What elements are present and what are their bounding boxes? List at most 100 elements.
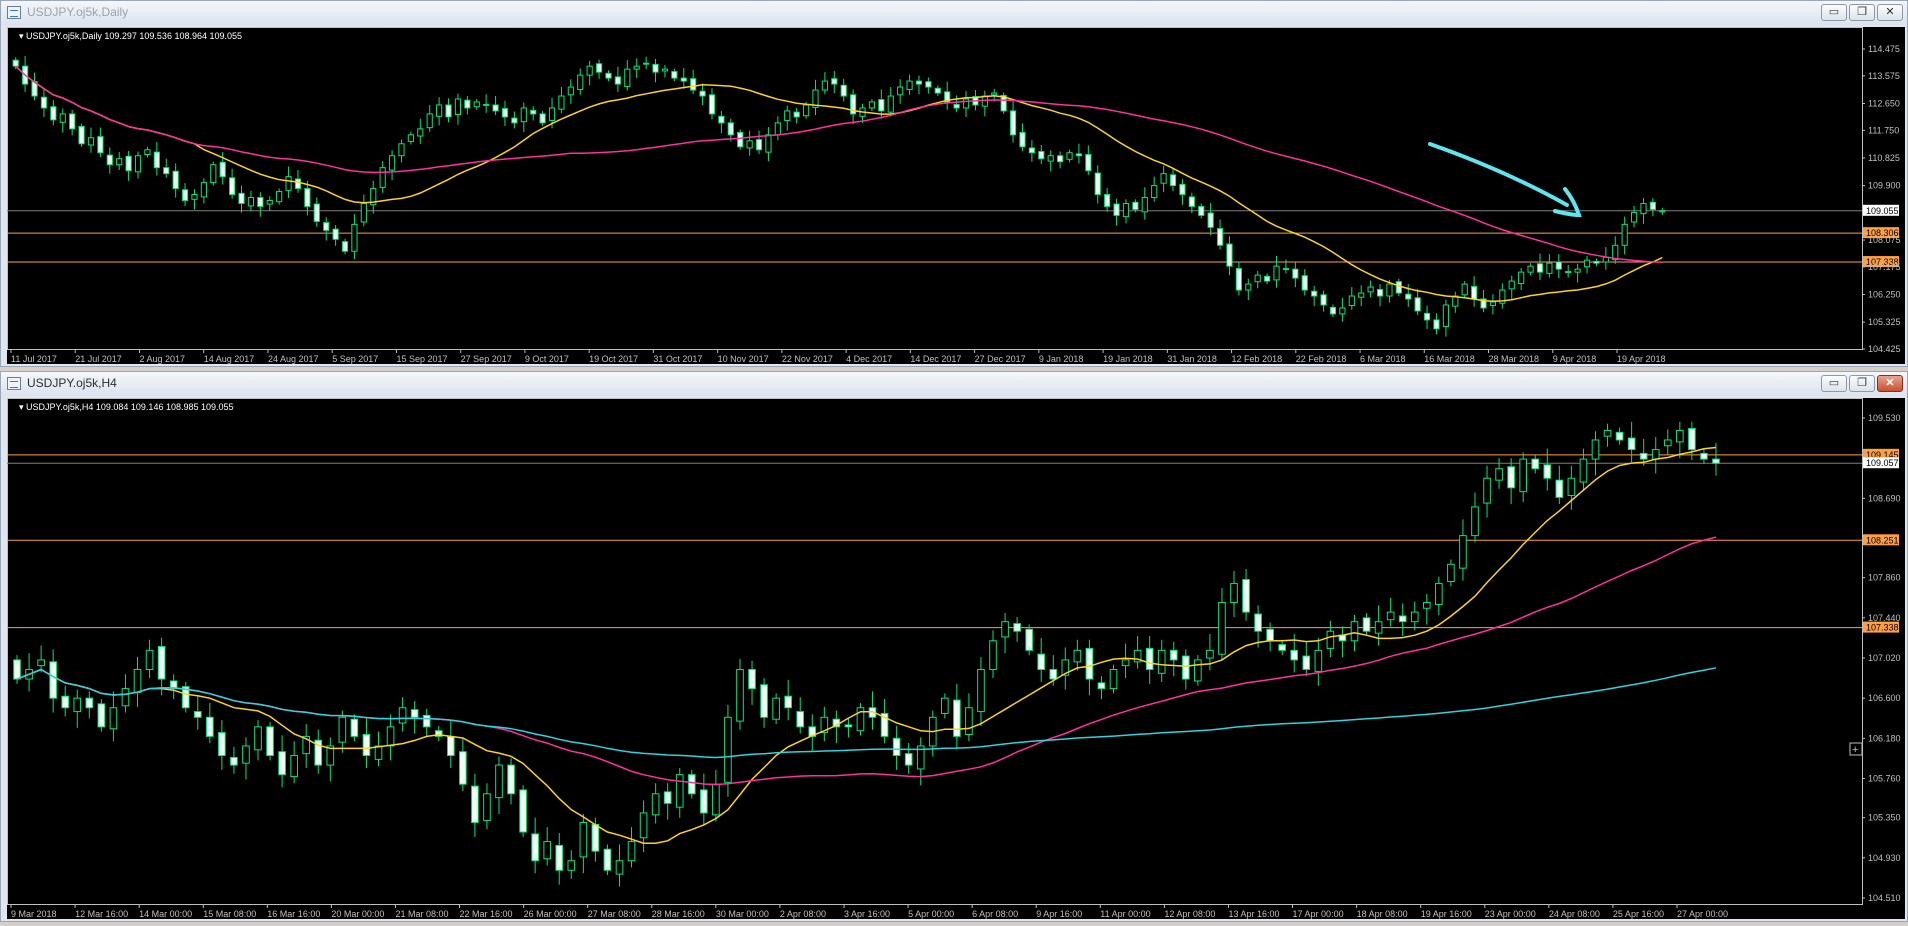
candle-up bbox=[351, 223, 358, 252]
candle-up bbox=[746, 140, 753, 149]
x-tick-label: 21 Mar 08:00 bbox=[395, 909, 448, 919]
candle-down bbox=[230, 756, 238, 766]
y-tick-label: 108.690 bbox=[1868, 493, 1901, 503]
candle-down bbox=[1226, 243, 1233, 267]
candle-up bbox=[1386, 283, 1393, 297]
x-tick-label: 4 Dec 2017 bbox=[846, 354, 892, 364]
y-tick-label: 106.250 bbox=[1868, 290, 1901, 300]
minimize-button[interactable]: ▭ bbox=[1821, 375, 1847, 392]
x-tick-label: 6 Mar 2018 bbox=[1360, 354, 1406, 364]
candle-up bbox=[675, 774, 684, 808]
candle-down bbox=[1028, 147, 1035, 154]
candle-down bbox=[1049, 668, 1058, 680]
candle-down bbox=[1362, 617, 1371, 632]
candle-down bbox=[1302, 655, 1311, 670]
x-tick-label: 24 Apr 08:00 bbox=[1549, 909, 1600, 919]
candle-up bbox=[1483, 477, 1491, 504]
candle-up bbox=[407, 134, 414, 142]
candle-up bbox=[661, 68, 669, 72]
candle-down bbox=[471, 785, 479, 823]
candle-down bbox=[350, 718, 359, 737]
candle-up bbox=[1546, 262, 1553, 274]
candle-down bbox=[671, 71, 678, 79]
candle-down bbox=[1593, 260, 1600, 264]
restore-button[interactable]: ❐ bbox=[1849, 375, 1875, 392]
chart-info-text: ▾ USDJPY.oj5k,H4 109.084 109.146 108.985… bbox=[19, 402, 234, 412]
h4-window-titlebar[interactable]: USDJPY.oj5k,H4 ▭ ❐ ✕ bbox=[1, 372, 1907, 396]
candle-up bbox=[567, 86, 574, 96]
candle-down bbox=[915, 80, 923, 85]
candle-up bbox=[520, 107, 527, 123]
daily-chart-window[interactable]: USDJPY.oj5k,Daily ▭ ❐ ✕ ▾ USDJPY.oj5k,Da… bbox=[0, 0, 1908, 367]
candle-down bbox=[539, 113, 546, 124]
candle-up bbox=[1314, 649, 1323, 672]
candle-down bbox=[1179, 183, 1186, 196]
x-tick-label: 5 Sep 2017 bbox=[332, 354, 378, 364]
ma-fast-line bbox=[16, 446, 1717, 844]
daily-chart-area[interactable]: ▾ USDJPY.oj5k,Daily 109.297 109.536 108.… bbox=[7, 27, 1905, 364]
candle-down bbox=[1188, 196, 1195, 207]
x-tick-label: 24 Aug 2017 bbox=[268, 354, 319, 364]
candle-down bbox=[1290, 649, 1299, 661]
candle-up bbox=[774, 122, 781, 136]
candle-down bbox=[1282, 268, 1290, 271]
candle-up bbox=[1603, 429, 1612, 437]
daily-chart-svg[interactable]: ▾ USDJPY.oj5k,Daily 109.297 109.536 108.… bbox=[7, 27, 1905, 366]
x-tick-label: 20 Mar 00:00 bbox=[331, 909, 384, 919]
h4-chart-svg[interactable]: ▾ USDJPY.oj5k,H4 109.084 109.146 108.985… bbox=[7, 398, 1905, 921]
x-tick-label: 16 Mar 16:00 bbox=[267, 909, 320, 919]
candle-down bbox=[1712, 458, 1720, 464]
candle-down bbox=[1536, 263, 1544, 273]
candle-up bbox=[109, 707, 118, 730]
h4-chart-area[interactable]: ▾ USDJPY.oj5k,H4 109.084 109.146 108.985… bbox=[7, 398, 1905, 919]
candle-down bbox=[760, 684, 768, 718]
x-tick-label: 9 Jan 2018 bbox=[1039, 354, 1084, 364]
candle-down bbox=[1075, 153, 1083, 157]
candle-down bbox=[1037, 653, 1046, 670]
daily-window-titlebar[interactable]: USDJPY.oj5k,Daily ▭ ❐ ✕ bbox=[1, 1, 1907, 25]
y-tick-label: 109.055 bbox=[1866, 206, 1899, 216]
candle-up bbox=[1621, 223, 1628, 246]
close-button[interactable]: ✕ bbox=[1877, 4, 1903, 21]
y-tick-label: 111.750 bbox=[1868, 125, 1899, 135]
candle-down bbox=[1104, 194, 1111, 207]
candle-up bbox=[724, 716, 732, 783]
x-tick-label: 28 Mar 16:00 bbox=[652, 909, 705, 919]
x-tick-label: 12 Mar 16:00 bbox=[75, 909, 128, 919]
candle-down bbox=[313, 203, 320, 222]
candle-down bbox=[1555, 261, 1562, 270]
candle-up bbox=[1326, 630, 1335, 649]
candle-up bbox=[1640, 202, 1647, 215]
ma-fast-line bbox=[15, 65, 1663, 302]
candle-down bbox=[1555, 479, 1564, 498]
candle-down bbox=[1311, 290, 1318, 297]
candle-down bbox=[181, 189, 189, 201]
candle-up bbox=[145, 649, 154, 670]
candle-down bbox=[708, 94, 716, 115]
x-tick-label: 19 Apr 2018 bbox=[1617, 354, 1666, 364]
candle-up bbox=[1339, 307, 1346, 315]
candle-down bbox=[1235, 268, 1242, 291]
h4-chart-window[interactable]: USDJPY.oj5k,H4 ▭ ❐ ✕ ▾ USDJPY.oj5k,H4 10… bbox=[0, 371, 1908, 922]
minimize-button[interactable]: ▭ bbox=[1821, 4, 1847, 21]
candle-up bbox=[1273, 265, 1280, 281]
candle-up bbox=[965, 707, 973, 735]
restore-button[interactable]: ❐ bbox=[1849, 4, 1875, 21]
candle-down bbox=[1266, 628, 1274, 642]
candle-up bbox=[941, 697, 949, 714]
candle-up bbox=[254, 726, 262, 751]
x-tick-label: 11 Apr 00:00 bbox=[1100, 909, 1150, 919]
candle-up bbox=[285, 176, 292, 191]
candle-up bbox=[784, 110, 791, 121]
candle-down bbox=[680, 77, 687, 82]
candle-down bbox=[1639, 452, 1648, 460]
x-tick-label: 19 Apr 16:00 bbox=[1421, 909, 1472, 919]
candle-down bbox=[1376, 288, 1384, 297]
x-tick-label: 3 Apr 16:00 bbox=[844, 909, 890, 919]
candle-up bbox=[1410, 611, 1419, 623]
candle-down bbox=[1057, 155, 1064, 163]
close-button[interactable]: ✕ bbox=[1877, 375, 1903, 392]
candle-down bbox=[61, 695, 70, 709]
candle-up bbox=[868, 101, 876, 109]
candle-up bbox=[821, 80, 828, 91]
